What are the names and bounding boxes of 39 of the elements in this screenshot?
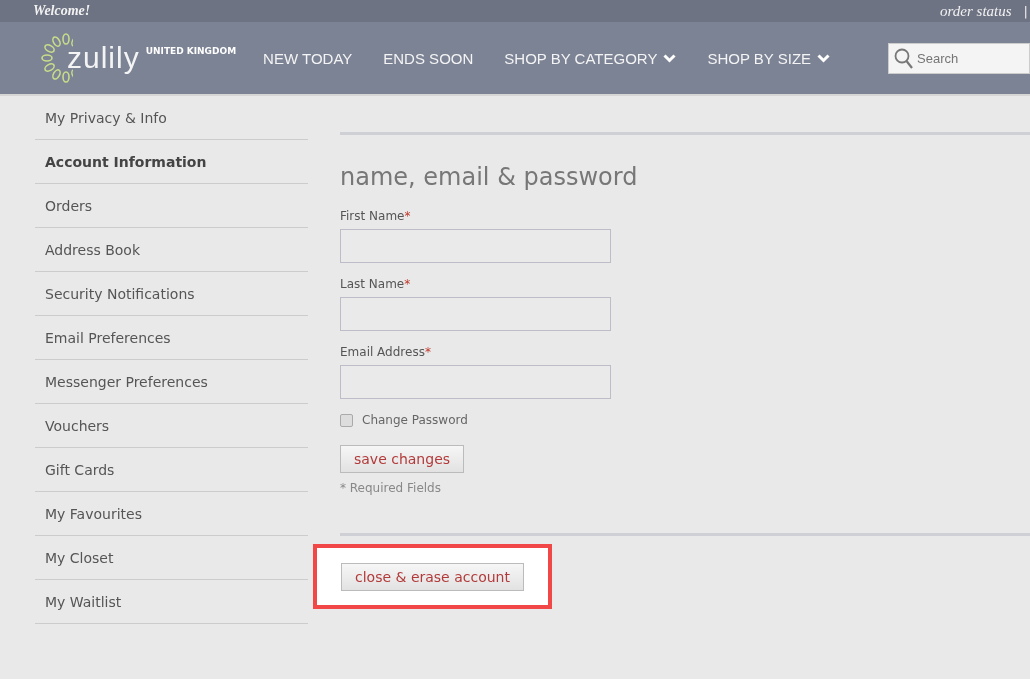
field-label: Last Name	[340, 277, 405, 291]
sidebar-item[interactable]: Vouchers	[35, 404, 308, 448]
separator-text: |	[1023, 3, 1028, 19]
welcome-text: Welcome!	[33, 3, 91, 19]
nav-link[interactable]: ENDS SOON	[383, 49, 474, 67]
sidebar-item[interactable]: Messenger Preferences	[35, 360, 308, 404]
sidebar-item[interactable]: Address Book	[35, 228, 308, 272]
logo-text[interactable]: zulily	[67, 43, 140, 73]
checkbox[interactable]	[340, 413, 353, 427]
input-field[interactable]	[340, 365, 611, 399]
region-text: UNITED KINGDOM	[145, 46, 237, 56]
sidebar-item[interactable]: My Closet	[35, 536, 308, 580]
save-changes-button[interactable]: save changes	[340, 445, 465, 473]
field-label: Email Address	[340, 345, 425, 359]
chevron-down-icon	[663, 53, 677, 63]
sidebar-item[interactable]: Security Notifications	[35, 272, 308, 316]
sidebar-item[interactable]: My Privacy & Info	[35, 96, 308, 140]
required-mark: *	[424, 345, 431, 359]
sidebar-item[interactable]: Account Information	[35, 140, 308, 184]
search-field[interactable]: Search	[888, 42, 1030, 74]
input-field[interactable]	[340, 297, 611, 331]
chevron-down-icon	[817, 53, 831, 63]
field-label: First Name	[340, 209, 405, 223]
required-note: * Required Fields	[340, 481, 442, 495]
checkbox-label: Change Password	[362, 413, 468, 427]
order-status-link[interactable]: order status	[940, 2, 1012, 20]
sidebar-item[interactable]: Email Preferences	[35, 316, 308, 360]
nav-link[interactable]: SHOP BY CATEGORY	[504, 49, 677, 67]
close-account-button[interactable]: close & erase account	[341, 563, 524, 591]
input-field[interactable]	[340, 229, 611, 263]
sidebar-item[interactable]: Orders	[35, 184, 308, 228]
sidebar-item[interactable]: My Favourites	[35, 492, 308, 536]
nav-link[interactable]: NEW TODAY	[263, 49, 353, 67]
section-heading: name, email & password	[340, 163, 639, 191]
sidebar-item[interactable]: My Waitlist	[35, 580, 308, 624]
required-mark: *	[404, 209, 411, 223]
nav-link[interactable]: SHOP BY SIZE	[707, 49, 831, 67]
sidebar-item[interactable]: Gift Cards	[35, 448, 308, 492]
required-mark: *	[404, 277, 411, 291]
